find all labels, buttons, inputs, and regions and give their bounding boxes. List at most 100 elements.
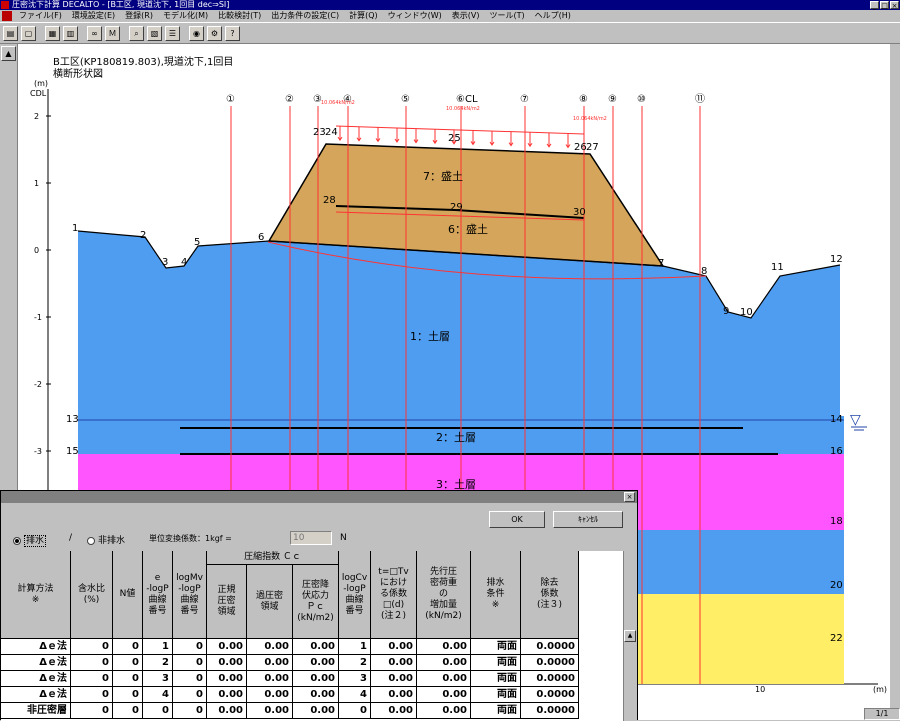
menu-window[interactable]: ウィンドウ(W) <box>383 10 447 22</box>
table-cell[interactable]: 0.0000 <box>521 703 579 719</box>
table-cell[interactable]: 0 <box>113 639 143 655</box>
table-cell[interactable]: 非圧密層 <box>1 703 71 719</box>
table-cell[interactable]: 0 <box>339 703 371 719</box>
table-cell[interactable]: Δｅ法 <box>1 687 71 703</box>
ok-button[interactable]: OK <box>489 511 545 528</box>
settings-icon[interactable]: ⚙ <box>207 25 222 41</box>
scroll-up-icon[interactable]: ▲ <box>624 630 636 642</box>
column-header-9[interactable]: logCv -logP 曲線 番号 <box>339 551 371 639</box>
table-cell[interactable]: 0 <box>173 671 207 687</box>
table-cell[interactable]: 0.00 <box>247 671 293 687</box>
table-cell[interactable]: 0 <box>113 655 143 671</box>
column-header-2[interactable]: 含水比 (%) <box>71 551 113 639</box>
table-cell[interactable]: 0.0000 <box>521 687 579 703</box>
table-cell[interactable]: 0.00 <box>371 639 417 655</box>
table-cell[interactable]: 0.0000 <box>521 671 579 687</box>
table-cell[interactable]: 2 <box>143 655 173 671</box>
table-cell[interactable]: 0.00 <box>293 639 339 655</box>
table-cell[interactable]: 0.00 <box>247 703 293 719</box>
table-cell[interactable]: 両面 <box>471 639 521 655</box>
table-cell[interactable]: 0.00 <box>247 655 293 671</box>
table-cell[interactable]: 0 <box>71 639 113 655</box>
menu-output-settings[interactable]: 出力条件の設定(C) <box>266 10 344 22</box>
column-header-13[interactable]: 除去 係数 (注３) <box>521 551 579 639</box>
save-icon[interactable]: ▢ <box>21 25 36 41</box>
table-cell[interactable]: 両面 <box>471 687 521 703</box>
table-cell[interactable]: 0 <box>71 703 113 719</box>
table-cell[interactable]: 0.00 <box>247 687 293 703</box>
layer-icon[interactable]: ▥ <box>63 25 78 41</box>
table-cell[interactable]: 0 <box>71 687 113 703</box>
open-file-icon[interactable]: ▤ <box>3 25 18 41</box>
drainage-radio[interactable]: 排水 <box>13 533 47 547</box>
table-cell[interactable]: 両面 <box>471 655 521 671</box>
column-header-6[interactable]: 正規 圧密 領域 <box>207 565 247 639</box>
table-cell[interactable]: 0.00 <box>417 687 471 703</box>
column-header-8[interactable]: 圧密降 伏応力 Ｐｃ (kN/m2) <box>293 565 339 639</box>
table-cell[interactable]: 0.00 <box>207 671 247 687</box>
model-icon[interactable]: Ｍ <box>105 25 120 41</box>
menu-model[interactable]: モデル化(M) <box>158 10 213 22</box>
table-cell[interactable]: 0.00 <box>207 655 247 671</box>
table-cell[interactable]: 0 <box>113 687 143 703</box>
table-icon[interactable]: ▦ <box>45 25 60 41</box>
table-cell[interactable]: Δｅ法 <box>1 639 71 655</box>
table-cell[interactable]: 0 <box>71 671 113 687</box>
table-cell[interactable]: 0.00 <box>417 671 471 687</box>
table-cell[interactable]: Δｅ法 <box>1 655 71 671</box>
table-cell[interactable]: 0 <box>173 639 207 655</box>
undrained-radio[interactable]: 非排水 <box>87 533 125 546</box>
column-header-5[interactable]: logMv -logP 曲線 番号 <box>173 551 207 639</box>
table-cell[interactable]: 0.00 <box>371 687 417 703</box>
table-cell[interactable]: 0.00 <box>293 687 339 703</box>
table-cell[interactable]: 0.0000 <box>521 655 579 671</box>
menu-register[interactable]: 登録(R) <box>120 10 158 22</box>
table-cell[interactable]: 1 <box>143 639 173 655</box>
table-cell[interactable]: 3 <box>143 671 173 687</box>
table-cell[interactable]: 4 <box>143 687 173 703</box>
table-cell[interactable]: 0.00 <box>417 703 471 719</box>
minimize-button[interactable]: _ <box>870 1 879 10</box>
table-cell[interactable]: 0 <box>143 703 173 719</box>
table-cell[interactable]: 0 <box>173 703 207 719</box>
dialog-close-button[interactable]: × <box>624 492 635 502</box>
menu-help[interactable]: ヘルプ(H) <box>530 10 576 22</box>
menu-compare[interactable]: 比較検討(T) <box>213 10 266 22</box>
table-cell[interactable]: 0.00 <box>417 655 471 671</box>
table-cell[interactable]: 0.00 <box>207 687 247 703</box>
table-cell[interactable]: 0 <box>113 671 143 687</box>
table-cell[interactable]: 両面 <box>471 703 521 719</box>
column-header-4[interactable]: e -logP 曲線 番号 <box>143 551 173 639</box>
table-cell[interactable]: 0 <box>113 703 143 719</box>
calculate-icon[interactable]: ◉ <box>189 25 204 41</box>
menu-file[interactable]: ファイル(F) <box>14 10 67 22</box>
table-cell[interactable]: 4 <box>339 687 371 703</box>
close-button[interactable]: × <box>890 1 899 10</box>
cancel-button[interactable]: ｷｬﾝｾﾙ <box>553 511 623 528</box>
table-cell[interactable]: 0.00 <box>371 671 417 687</box>
menu-tools[interactable]: ツール(T) <box>485 10 530 22</box>
column-header-3[interactable]: N値 <box>113 551 143 639</box>
grid-icon[interactable]: ▧ <box>147 25 162 41</box>
menu-view[interactable]: 表示(V) <box>447 10 485 22</box>
radio-unselected-icon[interactable] <box>87 536 95 545</box>
table-scrollbar[interactable]: ▲ <box>623 551 637 721</box>
zoom-icon[interactable]: ⌕ <box>129 25 144 41</box>
table-cell[interactable]: 0.00 <box>417 639 471 655</box>
maximize-button[interactable]: □ <box>880 1 889 10</box>
menu-environment[interactable]: 環境設定(E) <box>67 10 120 22</box>
menu-calculate[interactable]: 計算(Q) <box>344 10 383 22</box>
table-cell[interactable]: 0.00 <box>371 703 417 719</box>
column-header-11[interactable]: 先行圧 密荷重 の 増加量 (kN/m2) <box>417 551 471 639</box>
table-cell[interactable]: 1 <box>339 639 371 655</box>
table-cell[interactable]: 0.00 <box>293 655 339 671</box>
unit-factor-input[interactable]: 10 <box>290 531 332 545</box>
table-cell[interactable]: 0.00 <box>371 655 417 671</box>
table-cell[interactable]: 0.00 <box>247 639 293 655</box>
right-scrollbar[interactable] <box>890 44 900 720</box>
table-cell[interactable]: 3 <box>339 671 371 687</box>
dialog-title-bar[interactable]: × <box>1 491 637 503</box>
table-cell[interactable]: 0.00 <box>207 639 247 655</box>
table-cell[interactable]: Δｅ法 <box>1 671 71 687</box>
table-cell[interactable]: 0.0000 <box>521 639 579 655</box>
